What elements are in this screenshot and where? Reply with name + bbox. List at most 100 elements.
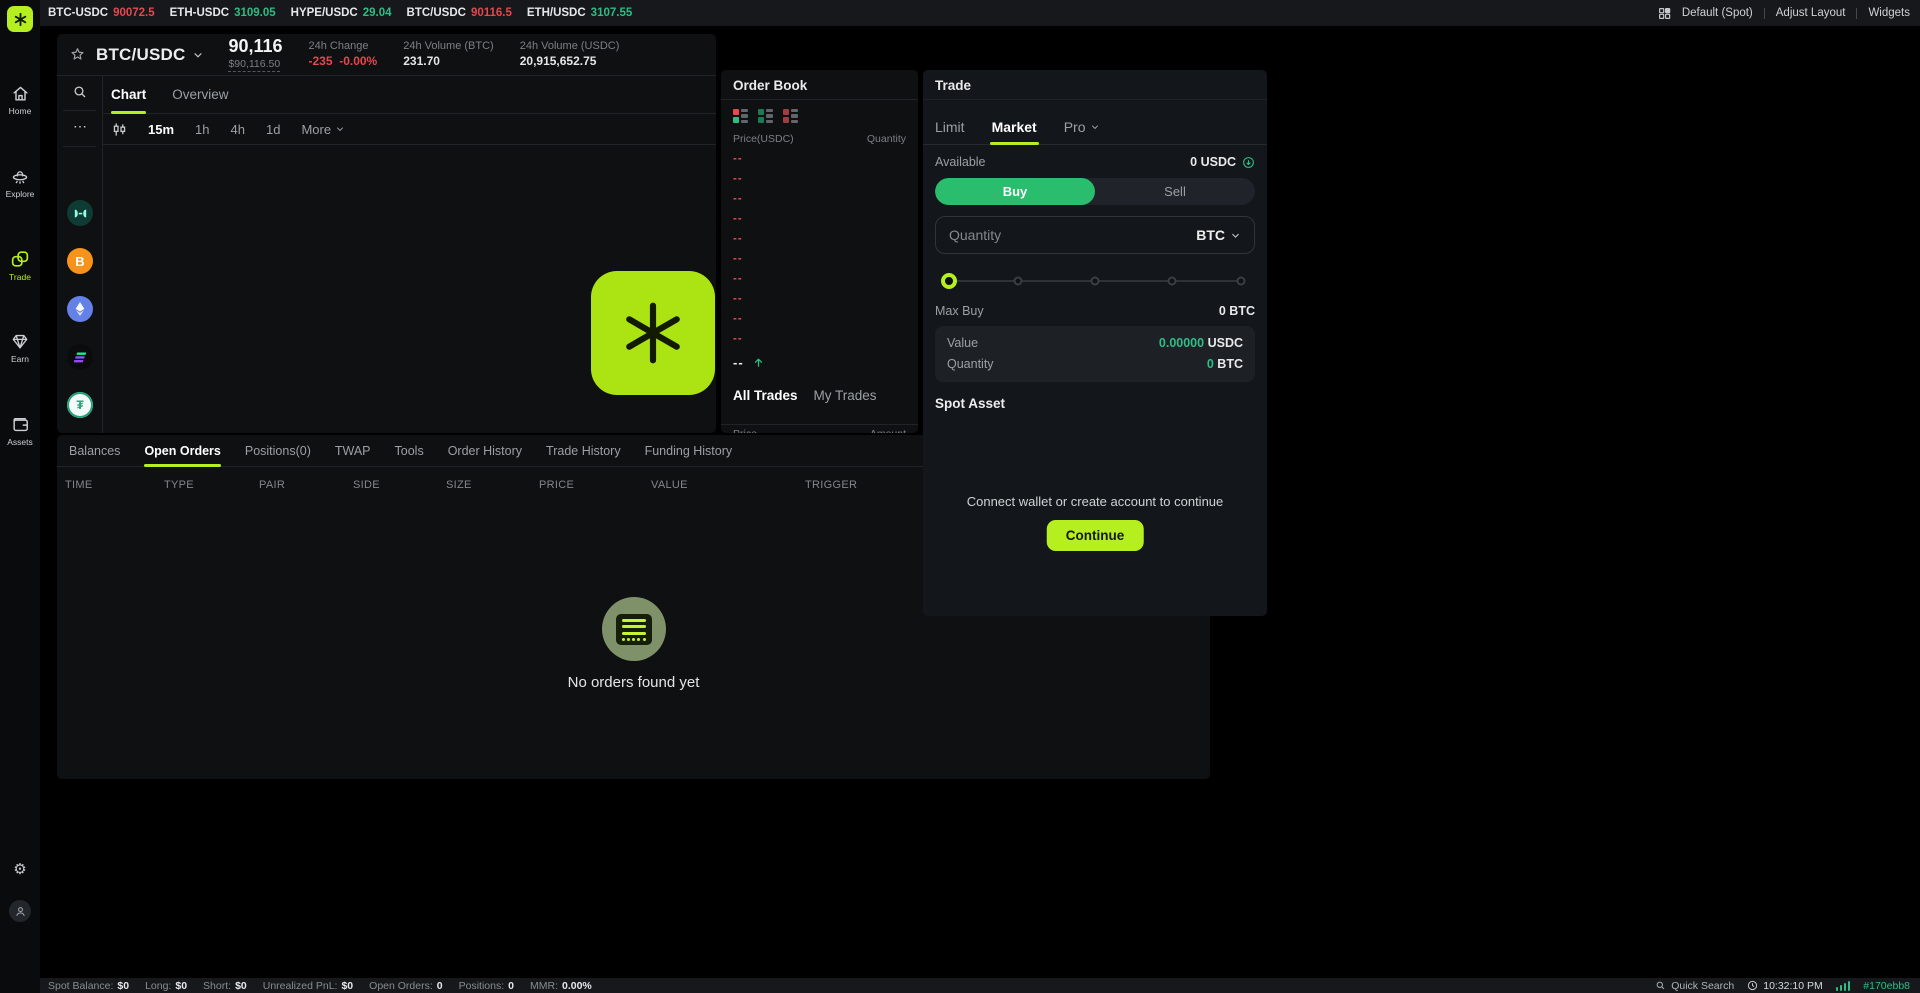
tab-positions[interactable]: Positions(0) (245, 435, 311, 466)
slider-step[interactable] (1014, 277, 1023, 286)
quick-search-button[interactable]: Quick Search (1655, 980, 1734, 992)
slider-step[interactable] (1237, 277, 1246, 286)
ticker-item[interactable]: BTC/USDC90116.5 (407, 7, 512, 19)
ask-row[interactable]: -- (721, 309, 918, 329)
tab-funding-history[interactable]: Funding History (645, 435, 733, 466)
candlestick-icon[interactable] (112, 122, 127, 137)
ask-row[interactable]: -- (721, 169, 918, 189)
connection-signal-icon (1836, 981, 1851, 991)
tab-twap[interactable]: TWAP (335, 435, 371, 466)
ticker-pair: BTC-USDC (48, 7, 108, 19)
asset-selector[interactable]: BTC (1196, 227, 1241, 243)
ask-row[interactable]: -- (721, 229, 918, 249)
market-header: BTC/USDC 90,116 $90,116.50 24h Change -2… (57, 34, 716, 76)
chart-loading-logo (591, 271, 715, 395)
top-ticker-bar: BTC-USDC90072.5 ETH-USDC3109.05 HYPE/USD… (40, 0, 1920, 26)
ticker-item[interactable]: HYPE/USDC29.04 (291, 7, 392, 19)
coin-btc-icon[interactable]: B (67, 248, 93, 274)
tab-open-orders[interactable]: Open Orders (144, 435, 220, 466)
ask-row[interactable]: -- (721, 329, 918, 349)
ticker-item[interactable]: ETH-USDC3109.05 (170, 7, 276, 19)
timeframe-1h[interactable]: 1h (195, 122, 209, 137)
sidebar-item-earn[interactable]: Earn (0, 332, 40, 364)
clock-time: 10:32:10 PM (1763, 980, 1823, 992)
asset-label: BTC (1196, 227, 1225, 243)
ask-row[interactable]: -- (721, 249, 918, 269)
sidebar-item-explore[interactable]: Explore (0, 167, 40, 199)
ask-row[interactable]: -- (721, 149, 918, 169)
available-label: Available (935, 155, 986, 169)
app-logo[interactable] (7, 6, 33, 32)
size-slider[interactable] (941, 264, 1249, 298)
mid-price-row[interactable]: -- (721, 349, 918, 376)
order-book-view-switcher (721, 100, 918, 127)
widgets-button[interactable]: Widgets (1868, 7, 1910, 19)
coin-hype-icon[interactable] (67, 200, 93, 226)
tab-pro[interactable]: Pro (1064, 119, 1100, 144)
ticker-value: 3107.55 (591, 7, 633, 19)
max-buy-value: 0 BTC (1219, 304, 1255, 318)
ticker-value: 90116.5 (471, 7, 512, 19)
coin-usdt-icon[interactable]: ₮ (67, 392, 93, 418)
tab-limit[interactable]: Limit (935, 119, 965, 144)
clock-icon (1747, 980, 1758, 991)
column-size: SIZE (446, 479, 539, 491)
sidebar-item-label: Earn (0, 354, 40, 364)
buy-button[interactable]: Buy (935, 178, 1095, 205)
layout-preset-button[interactable]: Default (Spot) (1682, 7, 1753, 19)
tab-balances[interactable]: Balances (69, 435, 120, 466)
view-bids-icon[interactable] (758, 109, 773, 123)
tab-market[interactable]: Market (992, 119, 1037, 144)
user-icon (14, 905, 27, 918)
tab-chart[interactable]: Chart (111, 76, 146, 113)
ask-row[interactable]: -- (721, 269, 918, 289)
chevron-down-icon[interactable] (192, 49, 204, 61)
order-book-panel: Order Book Price(USDC) Quantity -- -- --… (721, 70, 918, 433)
account-button[interactable] (9, 900, 31, 922)
timeframe-more-button[interactable]: More (301, 122, 345, 137)
tab-overview[interactable]: Overview (172, 76, 228, 113)
tab-my-trades[interactable]: My Trades (814, 388, 877, 403)
sidebar-item-assets[interactable]: Assets (0, 415, 40, 447)
tab-trade-history[interactable]: Trade History (546, 435, 621, 466)
ticker-value: 3109.05 (234, 7, 276, 19)
ask-row[interactable]: -- (721, 289, 918, 309)
deposit-icon[interactable] (1242, 156, 1255, 169)
status-short: Short:$0 (203, 980, 247, 992)
coin-sol-icon[interactable] (67, 344, 93, 370)
sell-button[interactable]: Sell (1095, 178, 1255, 205)
tab-tools[interactable]: Tools (395, 435, 424, 466)
timeframe-1d[interactable]: 1d (266, 122, 280, 137)
more-dots-icon[interactable]: ⋯ (57, 118, 103, 135)
search-icon[interactable] (57, 84, 103, 100)
ask-row[interactable]: -- (721, 189, 918, 209)
column-pair: PAIR (259, 479, 353, 491)
sidebar-item-trade[interactable]: Trade (0, 249, 40, 282)
arrow-up-icon (752, 356, 765, 369)
sidebar-item-home[interactable]: Home (0, 84, 40, 116)
view-both-icon[interactable] (733, 109, 748, 123)
quick-search-label: Quick Search (1671, 980, 1734, 992)
settings-gear-icon[interactable]: ⚙ (0, 860, 40, 878)
status-unrealized-pnl: Unrealized PnL:$0 (263, 980, 353, 992)
timeframe-4h[interactable]: 4h (231, 122, 245, 137)
tab-order-history[interactable]: Order History (448, 435, 522, 466)
timeframe-15m[interactable]: 15m (148, 122, 174, 137)
ticker-item[interactable]: BTC-USDC90072.5 (48, 7, 155, 19)
stat-value: 20,915,652.75 (520, 54, 620, 69)
view-asks-icon[interactable] (783, 109, 798, 123)
ask-row[interactable]: -- (721, 209, 918, 229)
tab-all-trades[interactable]: All Trades (733, 388, 798, 403)
ticker-item[interactable]: ETH/USDC3107.55 (527, 7, 632, 19)
slider-step[interactable] (1091, 277, 1100, 286)
slider-handle[interactable] (941, 273, 957, 289)
layout-grid-icon[interactable] (1658, 7, 1671, 20)
pair-selector[interactable]: BTC/USDC (96, 45, 185, 65)
adjust-layout-button[interactable]: Adjust Layout (1776, 7, 1846, 19)
favorite-star-icon[interactable] (69, 46, 86, 63)
slider-step[interactable] (1168, 277, 1177, 286)
search-icon (1655, 980, 1666, 991)
continue-button[interactable]: Continue (1047, 520, 1144, 551)
coin-eth-icon[interactable] (67, 296, 93, 322)
quantity-input[interactable] (949, 227, 1188, 243)
